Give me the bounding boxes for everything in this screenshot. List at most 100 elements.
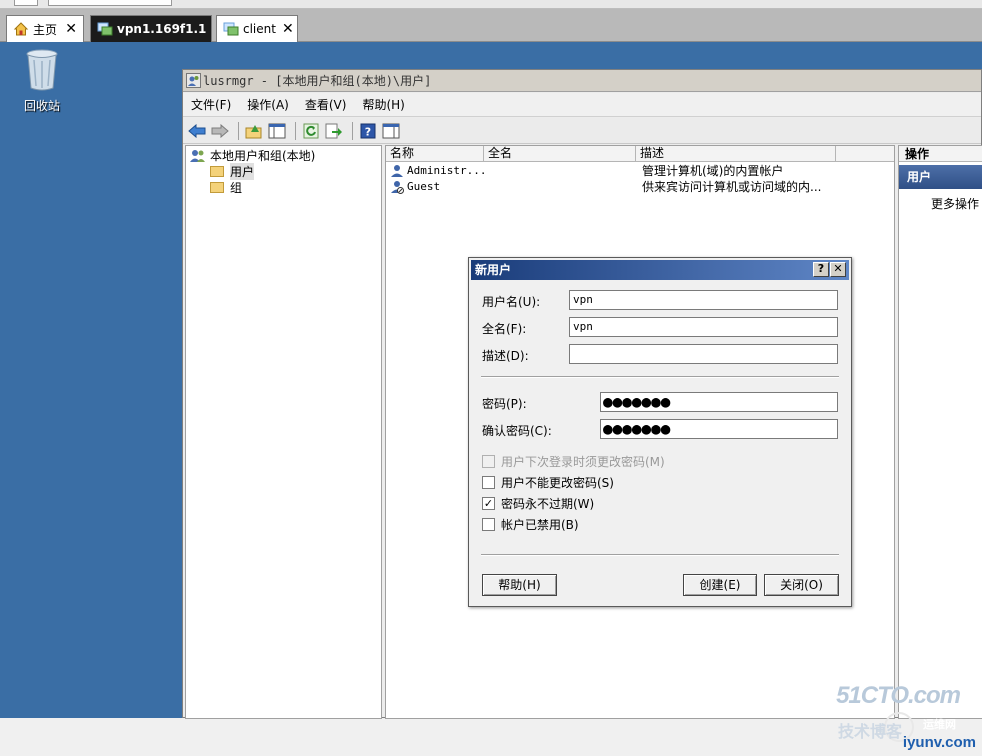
users-app-icon xyxy=(186,73,201,88)
checkbox-label: 帐户已禁用(B) xyxy=(501,518,579,532)
watermark-text: 运维网 xyxy=(923,718,956,731)
divider xyxy=(481,554,839,556)
checkbox-password-never-expires[interactable]: ✓ 密码永不过期(W) xyxy=(482,495,594,512)
tree-item-groups[interactable]: 组 xyxy=(210,179,242,196)
watermark-text: 51CTO.com xyxy=(836,682,961,709)
table-row[interactable]: Guest 供来宾访问计算机或访问域的内... xyxy=(386,179,894,195)
close-button[interactable]: 关闭(O) xyxy=(764,574,839,596)
menu-action[interactable]: 操作(A) xyxy=(247,96,289,113)
new-user-dialog: 新用户 ? ✕ 用户名(U): vpn 全名(F): vpn 描述(D): 密码… xyxy=(468,257,852,607)
tab-vpn[interactable]: vpn1.169f1.1 xyxy=(90,15,212,42)
recycle-bin-icon xyxy=(26,49,58,91)
confirm-password-label: 确认密码(C): xyxy=(482,424,552,438)
strip-tab-stub xyxy=(48,0,172,6)
recycle-bin-label: 回收站 xyxy=(23,99,60,113)
checkbox-account-disabled[interactable]: 帐户已禁用(B) xyxy=(482,516,579,533)
column-header-fullname[interactable]: 全名 xyxy=(484,146,636,162)
folder-icon xyxy=(210,182,224,193)
show-hide-action-pane-icon[interactable] xyxy=(381,121,401,141)
divider xyxy=(481,376,839,378)
folder-icon xyxy=(210,166,224,177)
checkbox-label: 用户不能更改密码(S) xyxy=(501,476,614,490)
window-title: lusrmgr - [本地用户和组(本地)\用户] xyxy=(183,70,981,92)
actions-section-users[interactable]: 用户 xyxy=(899,165,982,189)
tree-root[interactable]: 本地用户和组(本地) xyxy=(190,147,315,164)
remote-desktop-icon xyxy=(97,22,113,36)
user-name: Administr... xyxy=(407,164,487,177)
help-button[interactable]: 帮助(H) xyxy=(482,574,557,596)
dialog-close-button[interactable]: ✕ xyxy=(830,262,846,277)
tree-item-users[interactable]: 用户 xyxy=(210,163,255,180)
checkbox-label: 用户下次登录时须更改密码(M) xyxy=(501,455,665,469)
confirm-password-input[interactable]: ●●●●●●● xyxy=(600,419,838,439)
watermark: 51CTO.com 技术博客 运维网 iyunv.com xyxy=(836,682,978,756)
dialog-title: 新用户 xyxy=(475,263,512,277)
watermark-text: iyunv.com xyxy=(902,734,976,751)
list-cell-name: Administr... xyxy=(390,163,486,179)
list-cell-name: Guest xyxy=(390,179,440,195)
table-row[interactable]: Administr... 管理计算机(域)的内置帐户 xyxy=(386,163,894,179)
disabled-user-icon xyxy=(391,181,404,194)
menu-bar: 文件(F) 操作(A) 查看(V) 帮助(H) xyxy=(183,93,981,117)
up-folder-icon[interactable] xyxy=(244,121,264,141)
actions-header: 操作 xyxy=(899,146,982,162)
fullname-input[interactable]: vpn xyxy=(569,317,838,337)
forward-arrow-icon[interactable] xyxy=(210,121,230,141)
recycle-bin[interactable]: 回收站 xyxy=(18,48,66,114)
tab-label: 主页 xyxy=(33,22,58,37)
remote-desktop-icon xyxy=(223,22,239,36)
tree-root-label: 本地用户和组(本地) xyxy=(210,149,316,163)
more-actions-link[interactable]: 更多操作 xyxy=(899,195,982,212)
checkbox-box[interactable] xyxy=(482,518,495,531)
fullname-label: 全名(F): xyxy=(482,322,527,336)
password-label: 密码(P): xyxy=(482,397,527,411)
tree-pane: 本地用户和组(本地) 用户 组 xyxy=(185,145,382,719)
checkbox-label: 密码永不过期(W) xyxy=(501,497,595,511)
user-description: 管理计算机(域)的内置帐户 xyxy=(642,164,784,178)
description-label: 描述(D): xyxy=(482,349,529,363)
tree-item-label: 组 xyxy=(230,181,243,195)
username-label: 用户名(U): xyxy=(482,295,541,309)
window-title-text: lusrmgr - [本地用户和组(本地)\用户] xyxy=(203,74,432,88)
browser-top-strip xyxy=(0,0,982,9)
checkbox-must-change-password[interactable]: 用户下次登录时须更改密码(M) xyxy=(482,453,665,470)
toolbar-separator xyxy=(295,121,296,140)
checkbox-box-checked[interactable]: ✓ xyxy=(482,497,495,510)
create-button[interactable]: 创建(E) xyxy=(683,574,757,596)
list-header: 名称 全名 描述 xyxy=(386,146,894,162)
tab-label: client xyxy=(243,22,276,36)
tab-close-icon[interactable]: ✕ xyxy=(276,21,294,37)
tab-close-icon[interactable]: ✕ xyxy=(59,21,77,37)
svg-text:?: ? xyxy=(365,125,371,138)
checkbox-box[interactable] xyxy=(482,476,495,489)
show-hide-tree-icon[interactable] xyxy=(267,121,287,141)
export-list-icon[interactable] xyxy=(324,121,344,141)
dialog-help-button[interactable]: ? xyxy=(813,262,829,277)
help-icon[interactable]: ? xyxy=(358,121,378,141)
checkbox-cannot-change-password[interactable]: 用户不能更改密码(S) xyxy=(482,474,614,491)
watermark-text: 技术博客 xyxy=(838,722,903,741)
tree-item-label: 用户 xyxy=(230,163,255,180)
user-description: 供来宾访问计算机或访问域的内... xyxy=(642,180,822,194)
tab-bar: 主页 ✕ vpn1.169f1.1 client ✕ xyxy=(0,9,982,42)
column-header-description[interactable]: 描述 xyxy=(636,146,836,162)
tab-label: vpn1.169f1.1 xyxy=(117,22,207,36)
actions-pane: 操作 用户 更多操作 xyxy=(898,145,982,719)
menu-file[interactable]: 文件(F) xyxy=(191,96,231,113)
back-arrow-icon[interactable] xyxy=(187,121,207,141)
checkbox-box[interactable] xyxy=(482,455,495,468)
username-input[interactable]: vpn xyxy=(569,290,838,310)
description-input[interactable] xyxy=(569,344,838,364)
tab-home[interactable]: 主页 ✕ xyxy=(6,15,84,42)
refresh-icon[interactable] xyxy=(301,121,321,141)
menu-help[interactable]: 帮助(H) xyxy=(362,96,404,113)
user-icon xyxy=(391,165,403,177)
password-input[interactable]: ●●●●●●● xyxy=(600,392,838,412)
tab-client[interactable]: client ✕ xyxy=(216,15,298,42)
column-header-name[interactable]: 名称 xyxy=(386,146,484,162)
menu-view[interactable]: 查看(V) xyxy=(305,96,347,113)
dialog-title-bar: 新用户 ? ✕ xyxy=(471,260,849,280)
toolbar: ? xyxy=(183,118,981,144)
home-icon xyxy=(13,22,29,36)
users-groups-icon xyxy=(190,149,205,162)
